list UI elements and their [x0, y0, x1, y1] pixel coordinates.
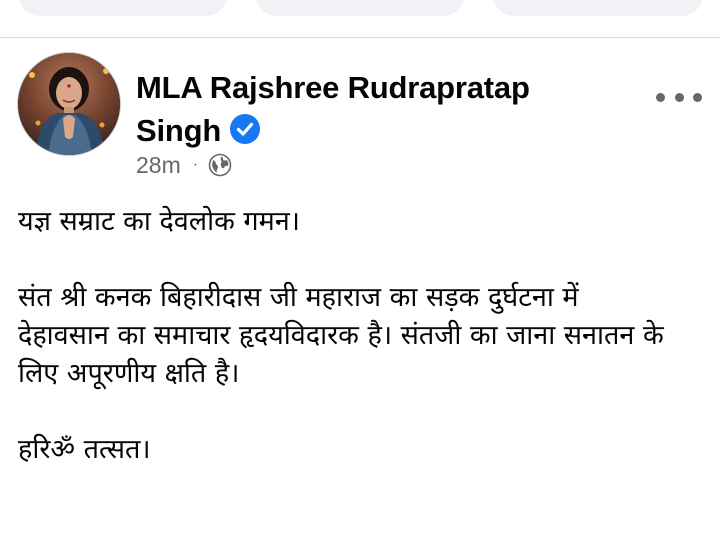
- author-avatar[interactable]: [18, 53, 120, 155]
- post-paragraph-2: संत श्री कनक बिहारीदास जी महाराज का सड़क…: [18, 282, 664, 389]
- meta-separator: ·: [192, 156, 199, 173]
- post-paragraph-1: यज्ञ सम्राट का देवलोक गमन।: [18, 206, 300, 237]
- top-action-bar: [0, 0, 720, 36]
- post-meta: 28m ·: [136, 150, 232, 180]
- section-divider: [0, 37, 720, 38]
- post-timestamp[interactable]: 28m: [136, 152, 181, 179]
- more-options-icon[interactable]: [656, 86, 702, 108]
- top-pill-button-2[interactable]: [255, 0, 465, 16]
- facebook-post-view: MLA Rajshree Rudrapratap Singh 28m · यज्…: [0, 0, 720, 540]
- more-dot: [674, 92, 684, 102]
- top-pill-button-3[interactable]: [492, 0, 704, 16]
- globe-icon[interactable]: [208, 153, 232, 177]
- more-dot: [656, 92, 665, 102]
- author-name[interactable]: MLA Rajshree Rudrapratap Singh: [136, 66, 606, 152]
- verified-badge-icon: [230, 114, 261, 144]
- avatar-image: [18, 53, 120, 155]
- top-pill-button-1[interactable]: [18, 0, 228, 16]
- post-text: यज्ञ सम्राट का देवलोक गमन। संत श्री कनक …: [18, 203, 708, 507]
- post-paragraph-3: हरिॐ तत्सत।: [18, 434, 151, 465]
- more-dot: [693, 92, 702, 102]
- author-name-text[interactable]: MLA Rajshree Rudrapratap Singh: [136, 70, 530, 148]
